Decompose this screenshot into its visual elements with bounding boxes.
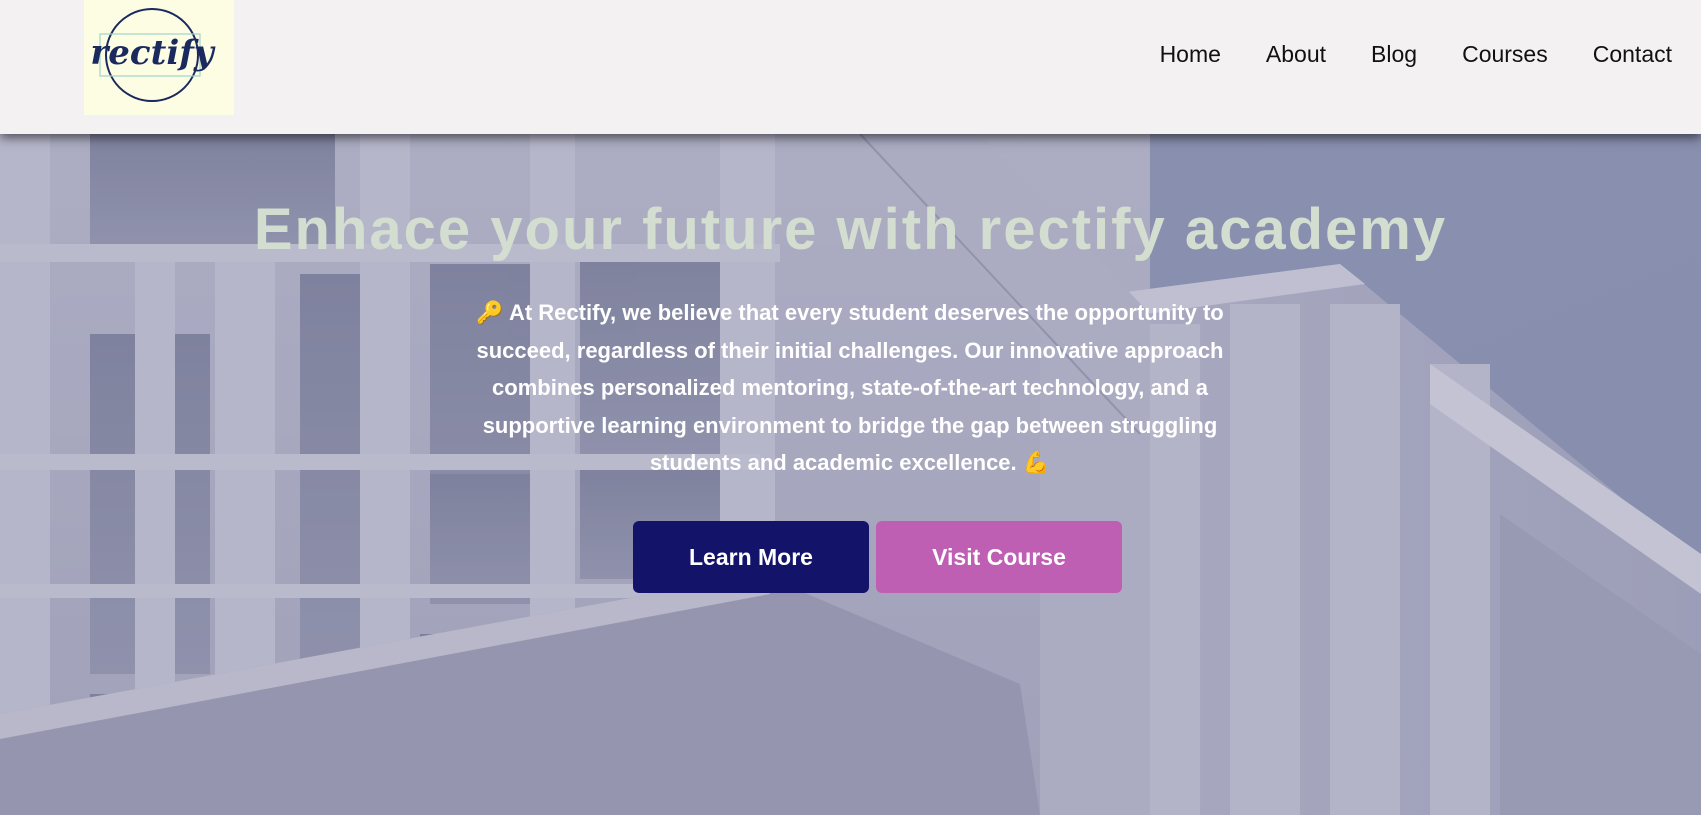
hero-title: Enhace your future with rectify academy <box>253 197 1448 262</box>
nav-courses[interactable]: Courses <box>1462 41 1548 68</box>
visit-course-button[interactable]: Visit Course <box>876 521 1122 593</box>
key-icon: 🔑 <box>476 300 504 325</box>
site-header: rectify Home About Blog Courses Contact <box>0 0 1701 134</box>
flexed-biceps-icon: 💪 <box>1022 450 1051 475</box>
nav-contact[interactable]: Contact <box>1593 41 1672 68</box>
learn-more-button[interactable]: Learn More <box>633 521 869 593</box>
nav-blog[interactable]: Blog <box>1371 41 1417 68</box>
logo[interactable]: rectify <box>84 0 234 115</box>
main-nav: Home About Blog Courses Contact <box>1115 0 1701 108</box>
nav-home[interactable]: Home <box>1160 41 1221 68</box>
hero-description: 🔑 At Rectify, we believe that every stud… <box>455 294 1245 482</box>
logo-text: rectify <box>90 33 215 73</box>
page: rectify Home About Blog Courses Contact … <box>0 0 1701 815</box>
rectify-logo-icon: rectify <box>90 8 216 102</box>
hero-description-text: At Rectify, we believe that every studen… <box>476 300 1224 475</box>
nav-about[interactable]: About <box>1266 41 1326 68</box>
